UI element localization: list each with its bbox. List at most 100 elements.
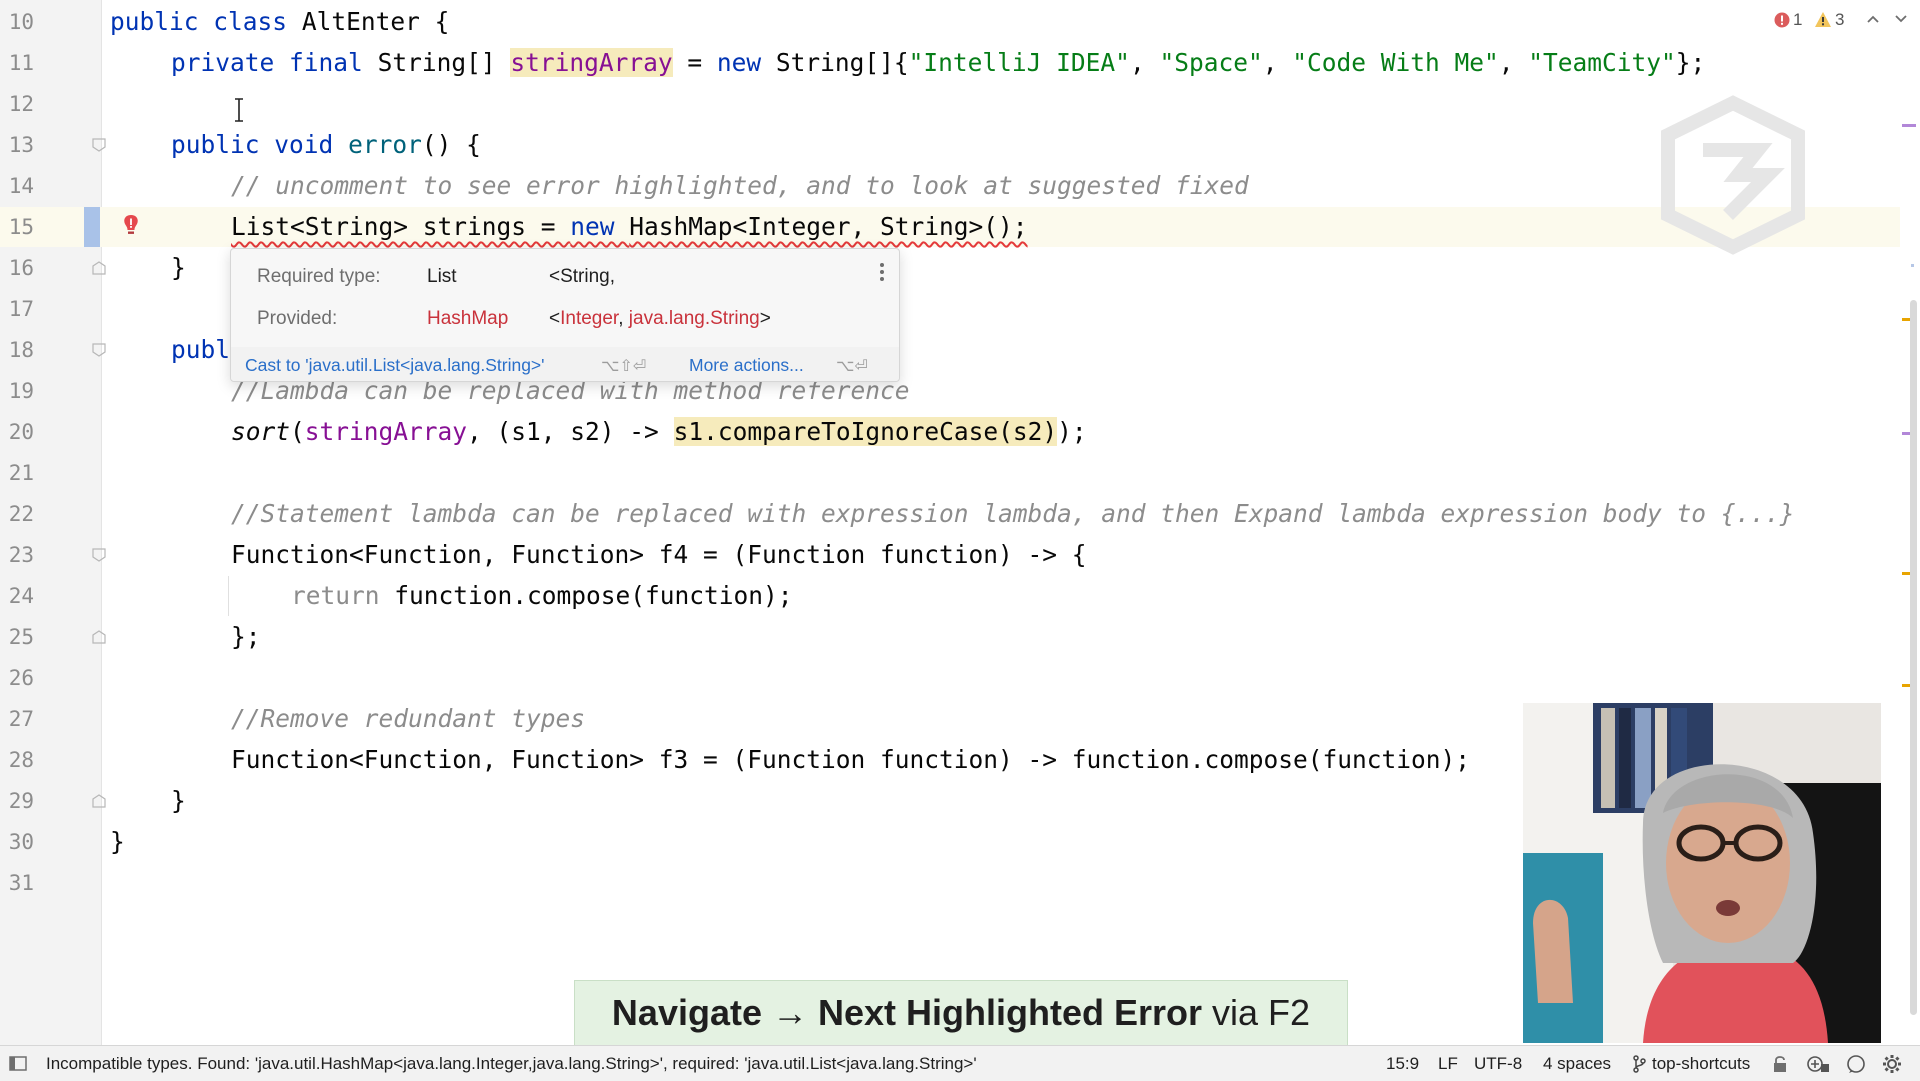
line-number: 21	[8, 461, 34, 485]
provided-label: Provided:	[257, 308, 338, 329]
code-text: return function.compose(function);	[291, 581, 793, 610]
line-number: 17	[8, 297, 34, 321]
string-array-field: stringArray	[510, 48, 673, 77]
code-editor[interactable]: 10 public class AltEnter { 11 private fi…	[0, 0, 1920, 1046]
caret-position[interactable]: 15:9	[1386, 1054, 1419, 1074]
provided-type: HashMap	[427, 308, 509, 329]
code-line[interactable]: 13 public void error() {	[0, 125, 1900, 165]
code-text: };	[231, 622, 261, 651]
line-number: 18	[8, 338, 34, 362]
line-number: 12	[8, 92, 34, 116]
chevron-up-icon[interactable]	[1866, 14, 1880, 24]
error-stripe[interactable]	[1900, 0, 1920, 1045]
error-count-icon	[1774, 12, 1790, 28]
lock-icon[interactable]	[1772, 1055, 1788, 1073]
more-actions-shortcut: ⌥⏎	[836, 358, 868, 375]
more-options-icon[interactable]	[879, 262, 885, 282]
code-text: Function<Function, Function> f4 = (Funct…	[231, 540, 1087, 569]
code-line[interactable]: 20 sort(stringArray, (s1, s2) -> s1.comp…	[0, 412, 1900, 452]
line-number: 14	[8, 174, 34, 198]
code-line[interactable]: 24 return function.compose(function);	[0, 576, 1900, 616]
notifications-icon[interactable]	[1846, 1054, 1866, 1074]
code-line[interactable]: 12	[0, 84, 1900, 124]
indent-guide	[228, 576, 229, 616]
code-line[interactable]: 23 Function<Function, Function> f4 = (Fu…	[0, 535, 1900, 575]
line-number: 25	[8, 625, 34, 649]
shortcut-caption: Navigate → Next Highlighted Error via F2	[574, 980, 1348, 1046]
code-text: publ	[171, 335, 231, 364]
line-number: 28	[8, 748, 34, 772]
line-number: 15	[8, 215, 34, 239]
status-message: Incompatible types. Found: 'java.util.Ha…	[46, 1054, 977, 1073]
warning-count: 3	[1835, 10, 1845, 29]
cast-action-link[interactable]: Cast to 'java.util.List<java.lang.String…	[245, 355, 544, 376]
code-text: }	[110, 827, 125, 856]
code-line[interactable]: 11 private final String[] stringArray = …	[0, 43, 1900, 83]
code-text: public void error() {	[171, 130, 481, 159]
line-number: 11	[8, 51, 34, 75]
code-text: }	[171, 786, 186, 815]
required-type: List	[427, 266, 457, 287]
fold-icon[interactable]	[92, 630, 106, 644]
line-number: 10	[8, 10, 34, 34]
line-number: 19	[8, 379, 34, 403]
provided-args: <Integer, java.lang.String>	[549, 308, 771, 329]
presenter-image	[1523, 703, 1881, 1043]
code-text: }	[171, 253, 186, 282]
fold-icon[interactable]	[92, 138, 106, 152]
code-comment: //Remove redundant types	[231, 704, 586, 733]
code-line[interactable]: 25 };	[0, 617, 1900, 657]
fold-icon[interactable]	[92, 794, 106, 808]
current-line-marker	[84, 207, 100, 247]
code-line[interactable]: 21	[0, 453, 1900, 493]
warning-count-icon	[1815, 12, 1831, 27]
line-number: 22	[8, 502, 34, 526]
fold-icon[interactable]	[92, 548, 106, 562]
more-actions-link[interactable]: More actions...	[689, 355, 804, 376]
file-encoding[interactable]: UTF-8	[1474, 1054, 1522, 1074]
indent-setting[interactable]: 4 spaces	[1543, 1054, 1611, 1074]
line-number: 29	[8, 789, 34, 813]
line-number: 30	[8, 830, 34, 854]
required-args: <String,	[549, 266, 616, 287]
text-cursor-icon	[235, 98, 243, 122]
code-line[interactable]: 14 // uncomment to see error highlighted…	[0, 166, 1900, 206]
code-line[interactable]: 26	[0, 658, 1900, 698]
presenter-webcam	[1523, 703, 1881, 1043]
line-separator[interactable]: LF	[1438, 1054, 1458, 1074]
code-comment: //Statement lambda can be replaced with …	[231, 499, 1795, 528]
code-line-current[interactable]: 15 List<String> strings = new HashMap<In…	[0, 207, 1900, 247]
line-number: 23	[8, 543, 34, 567]
scrollbar-thumb[interactable]	[1910, 300, 1917, 1015]
code-line[interactable]: 22 //Statement lambda can be replaced wi…	[0, 494, 1900, 534]
caption-action: Navigate → Next Highlighted Error	[611, 992, 1203, 1033]
error-bulb-icon[interactable]	[122, 214, 140, 238]
inspection-profile-icon[interactable]	[1806, 1054, 1830, 1074]
code-text: public class AltEnter {	[110, 7, 450, 36]
marker[interactable]	[1911, 264, 1914, 267]
line-number: 24	[8, 584, 34, 608]
code-text: private final String[] stringArray = new…	[171, 48, 1706, 77]
error-tooltip-popup: Required type: List <String, Provided: H…	[230, 248, 900, 382]
fold-icon[interactable]	[92, 343, 106, 357]
line-number: 16	[8, 256, 34, 280]
marker[interactable]	[1902, 124, 1916, 127]
cast-shortcut: ⌥⇧⏎	[601, 358, 647, 375]
git-branch-icon	[1633, 1055, 1646, 1073]
tool-window-toggle-icon[interactable]	[9, 1056, 27, 1071]
fold-icon[interactable]	[92, 261, 106, 275]
popup-actions: Cast to 'java.util.List<java.lang.String…	[231, 347, 899, 381]
code-text: List<String> strings = new HashMap<Integ…	[231, 212, 1028, 241]
required-label: Required type:	[257, 266, 381, 287]
code-comment: // uncomment to see error highlighted, a…	[231, 171, 1249, 200]
line-number: 26	[8, 666, 34, 690]
code-text: sort(stringArray, (s1, s2) -> s1.compare…	[231, 417, 1087, 446]
caption-shortcut: via F2	[1202, 992, 1311, 1033]
error-count: 1	[1793, 10, 1803, 29]
code-line[interactable]: 10 public class AltEnter {	[0, 2, 1900, 42]
line-number: 27	[8, 707, 34, 731]
git-branch[interactable]: top-shortcuts	[1652, 1054, 1750, 1074]
line-number: 13	[8, 133, 34, 157]
gear-icon[interactable]	[1882, 1054, 1902, 1074]
line-number: 20	[8, 420, 34, 444]
